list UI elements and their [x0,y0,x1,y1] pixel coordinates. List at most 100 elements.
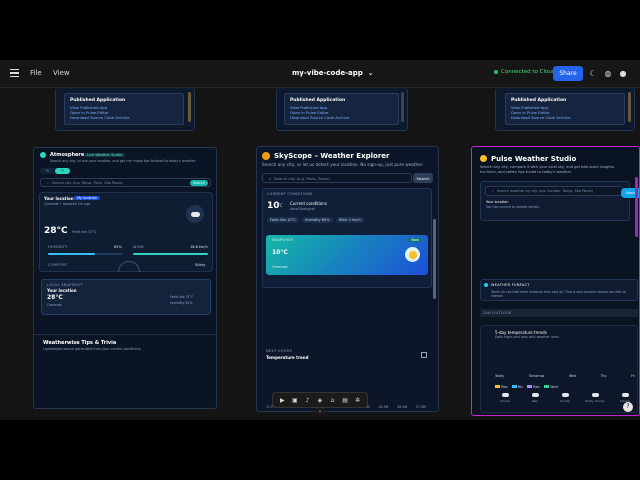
next-hours-label: NEXT HOURS [266,349,293,353]
settings-icon[interactable]: ✲ [353,397,362,404]
day-condition: Rain [531,399,539,403]
title-badge: Live Weather Studio [84,153,126,157]
published-panel-3: Published Application View Published App… [495,88,635,131]
scrollbar[interactable] [188,92,191,122]
day-forecast: Cloudy [555,393,575,403]
app-subtitle: Search any city, or use your location, a… [50,159,197,163]
chevron-down-icon: ⌄ [367,69,374,77]
wind-bar [133,253,208,255]
wind-chip: Wind 3 km/h [335,217,364,223]
unit-toggle[interactable]: °C °F [40,168,70,174]
search-icon: ⌕ [47,180,49,185]
legend-wind: Wind [544,385,558,389]
collapse-chevron-icon[interactable]: ⌄ [315,408,325,414]
help-icon[interactable]: ? [623,402,633,412]
location-subtitle: Overcast • Updated 1m ago [44,202,91,206]
day-forecast: Rain [525,393,545,403]
logo-icon [40,152,46,158]
menu-icon[interactable] [10,69,19,77]
comfort-value: Sticky [195,263,206,267]
section-header: 24H OUTLOOK [480,309,638,317]
legend-min: Min [511,385,523,389]
atmosphere-app-preview: Atmosphere Live Weather Studio Search an… [33,147,217,409]
snapshot-temp: 28°C [47,294,63,301]
day-label: Tomorrow [528,374,545,378]
funfact-panel: WEATHER FUNFACT Warm air can hold more m… [480,279,638,301]
cloud-icon [531,393,539,397]
temp-unit: °C [278,203,283,208]
mic-icon[interactable]: ♪ [303,397,312,404]
feels-chip: Feels like 10°C [267,217,299,223]
now-badge: Now [408,238,422,242]
forecast-subtitle: Daily highs and lows with weather icons [495,335,559,339]
conditions-panel: CURRENT CONDITIONS 10 °C Current conditi… [262,188,432,288]
day-forecast: Partly cloudy [585,393,605,403]
day-forecast: Cloudy [495,393,515,403]
comfort-gauge-icon [118,261,140,272]
scrollbar[interactable] [635,177,638,237]
humidity-value: 62% [114,245,122,249]
home-icon[interactable]: ⌂ [328,397,337,404]
legend: Max Min Rain Wind [495,385,558,389]
search-placeholder: Search weather by city (e.g. London, Tok… [496,189,593,193]
layers-icon[interactable]: ◈ [315,397,324,404]
published-panel-1: Published Application View Published App… [55,88,195,131]
search-input[interactable]: ⌕ Search weather by city (e.g. London, To… [485,186,623,196]
theme-toggle-icon[interactable]: ☾ [588,68,598,78]
section-label: CURRENT CONDITIONS [267,192,313,196]
sun-logo-icon [262,152,270,160]
search-button[interactable]: Search [189,180,208,186]
pulse-app-preview: Pulse Weather Studio live Search any cit… [471,146,640,416]
search-input[interactable]: ⌕ Search city (e.g. Tokyo, Paris, São Pau… [40,178,211,187]
account-icon[interactable]: ● [618,68,628,78]
search-input[interactable]: ⌕ Search city (e.g. Paris, Tokyo) [262,173,412,183]
expand-icon[interactable] [421,352,427,358]
file-menu[interactable]: File [30,69,42,77]
search-placeholder: Search city (e.g. Paris, Tokyo) [274,175,330,181]
cloud-icon [561,393,569,397]
weather-icon [405,247,420,262]
project-selector[interactable]: my-vibe-code-app ⌄ [292,69,374,77]
metric-chips: Feels like 10°C Humidity 80% Wind 3 km/h [267,217,364,223]
scrollbar[interactable] [401,92,404,122]
download-link[interactable]: Download Source Code Archive [511,115,619,120]
snapshot-feels: Feels like 31°C [170,295,194,299]
sun-logo-icon [480,155,487,162]
location-badge: My location [74,196,101,200]
trend-title: Temperature trend [266,355,309,360]
window-icon[interactable]: ▤ [341,397,350,404]
play-icon[interactable]: ▶ [278,397,287,404]
published-panel-2: Published Application View Published App… [276,88,408,131]
info-icon [484,283,488,287]
published-box: Published Application View Published App… [284,93,399,125]
search-icon: ⌕ [492,189,494,193]
search-panel: ⌕ Search weather by city (e.g. London, To… [480,181,630,221]
preview-toolbar: ▶ ▣ ♪ ◈ ⌂ ▤ ✲ [272,392,368,408]
globe-icon[interactable]: ◍ [603,68,613,78]
current-temp: 28°C [44,226,68,236]
snapshot-card: SNAPSHOT Now 10°C Overcast [266,235,428,275]
search-icon: ⌕ [269,175,272,181]
cloud-icon [501,393,509,397]
share-button[interactable]: Share [553,66,583,81]
location-title: Your location [486,200,509,204]
search-placeholder: Search city (e.g. Tokyo, Paris, São Paul… [51,180,123,185]
download-link[interactable]: Download Source Code Archive [290,115,393,120]
published-box: Published Application View Published App… [64,93,184,125]
download-link[interactable]: Download Source Code Archive [70,115,178,120]
snapshot-panel: LOCAL SNAPSHOT Your location 28°C Overca… [41,279,211,315]
app-title: SkyScope – Weather Explorer [274,152,390,160]
legend-max: Max [495,385,508,389]
scrollbar[interactable] [628,92,631,122]
hour-label: 06 AM [397,405,408,409]
search-button[interactable]: Search [413,173,433,183]
humidity-label: HUMIDITY [48,245,68,249]
snapshot-humidity: Humidity 62% [170,301,193,305]
image-icon[interactable]: ▣ [290,397,299,404]
view-menu[interactable]: View [53,69,70,77]
hour-label: 05 AM [378,405,389,409]
wind-value: 16.8 km/h [190,245,208,249]
scrollbar[interactable] [433,219,436,299]
unit-c-option[interactable]: °C [40,168,55,174]
unit-f-option[interactable]: °F [55,168,70,174]
